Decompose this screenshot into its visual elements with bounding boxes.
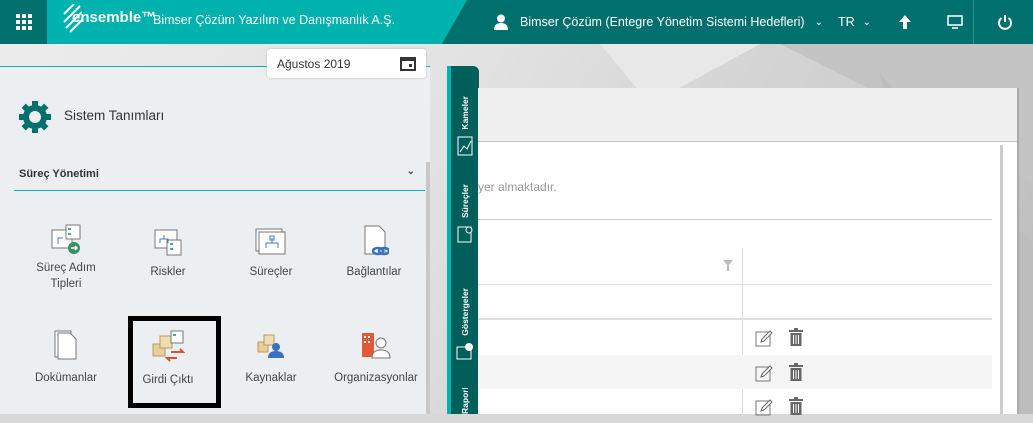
selection-highlight — [128, 316, 221, 408]
top-bar: ensemble™ Bimser Çözüm Yazılım ve Danışm… — [0, 0, 1033, 44]
tile-organizasyonlar[interactable]: Organizasyonlar — [330, 330, 422, 386]
side-tab-bar: Kameler Süreçler Göstergeler Raporlar — [447, 66, 479, 414]
trash-icon[interactable] — [789, 397, 803, 415]
side-tab-surecler[interactable]: Süreçler — [451, 184, 479, 244]
side-tab-kameler[interactable]: Kameler — [451, 96, 479, 156]
side-tab-label: Kameler — [460, 96, 470, 130]
tile-label: Kaynaklar — [245, 372, 297, 384]
tile-riskler[interactable]: Riskler — [122, 228, 214, 280]
divider — [973, 0, 974, 44]
section-title: Süreç Yönetimi — [19, 168, 99, 180]
main-content: yer almaktadır. — [478, 88, 1019, 418]
tile-label: Riskler — [150, 266, 186, 278]
risks-icon — [154, 229, 182, 256]
tile-surec-adim-tipleri[interactable]: Süreç Adım Tipleri — [20, 224, 112, 292]
date-picker[interactable]: Ağustos 2019 — [267, 49, 426, 78]
calendar-icon[interactable] — [400, 55, 416, 71]
edit-icon[interactable] — [755, 398, 773, 416]
tile-label: Dokümanlar — [35, 372, 97, 384]
content-header — [478, 88, 1017, 142]
arrow-up-icon[interactable] — [898, 0, 912, 44]
tile-baglantilar[interactable]: Bağlantılar — [328, 224, 420, 280]
process-view-icon — [457, 226, 473, 243]
apps-grid-icon[interactable] — [0, 0, 47, 44]
monitor-icon[interactable] — [947, 0, 963, 44]
documents-icon — [54, 330, 77, 360]
processes-icon — [255, 228, 286, 255]
logo[interactable]: ensemble™ — [62, 4, 156, 33]
chart-icon — [457, 136, 473, 156]
language-selector[interactable]: TR ⌄ — [838, 0, 871, 44]
divider — [478, 219, 992, 220]
table-row — [478, 355, 992, 389]
trash-icon[interactable] — [789, 328, 803, 346]
trash-icon[interactable] — [789, 363, 803, 381]
tile-kaynaklar[interactable]: Kaynaklar — [225, 330, 317, 386]
chevron-down-icon[interactable]: ⌄ — [407, 166, 415, 177]
process-step-icon — [51, 224, 81, 254]
user-name: Bimser Çözüm (Entegre Yönetim Sistemi He… — [520, 15, 805, 29]
link-document-icon — [364, 225, 389, 256]
resources-icon — [257, 334, 284, 358]
panel-title: Sistem Tanımları — [64, 108, 165, 123]
section-header[interactable]: Süreç Yönetimi ⌄ — [14, 162, 425, 191]
divider — [478, 284, 992, 285]
tile-surecler[interactable]: Süreçler — [225, 228, 317, 280]
date-value: Ağustos 2019 — [277, 57, 351, 71]
scrollbar[interactable] — [426, 162, 430, 414]
organization-icon — [362, 333, 391, 359]
language-label: TR — [838, 15, 855, 29]
tile-dokumanlar[interactable]: Dokümanlar — [20, 330, 112, 386]
gear-icon — [19, 101, 51, 133]
side-tab-raporlar[interactable]: Raporlar — [451, 388, 479, 414]
edit-icon[interactable] — [755, 364, 773, 382]
user-icon — [494, 14, 508, 30]
filter-icon[interactable] — [723, 260, 733, 271]
user-menu[interactable]: Bimser Çözüm (Entegre Yönetim Sistemi He… — [494, 0, 823, 44]
tile-label: Bağlantılar — [346, 266, 402, 278]
info-message: yer almaktadır. — [478, 180, 557, 194]
side-tab-gostergeler[interactable]: Göstergeler — [451, 288, 479, 360]
chevron-down-icon: ⌄ — [862, 16, 872, 28]
chevron-down-icon: ⌄ — [814, 16, 823, 28]
tile-label: Süreç Adım Tipleri — [36, 262, 96, 290]
indicator-icon — [456, 342, 473, 360]
tile-label: Organizasyonlar — [334, 372, 418, 384]
tile-label: Süreçler — [249, 266, 293, 278]
edit-icon[interactable] — [755, 329, 773, 347]
table-row — [478, 389, 992, 423]
side-tab-label: Göstergeler — [460, 288, 470, 336]
scrollbar[interactable] — [1000, 145, 1003, 414]
side-tab-label: Raporlar — [460, 388, 470, 414]
table-row — [478, 320, 992, 354]
power-icon[interactable] — [997, 0, 1013, 44]
company-name: Bimser Çözüm Yazılım ve Danışmanlık A.Ş. — [153, 13, 395, 27]
side-tab-label: Süreçler — [460, 184, 470, 219]
logo-text: ensemble™ — [72, 9, 157, 26]
